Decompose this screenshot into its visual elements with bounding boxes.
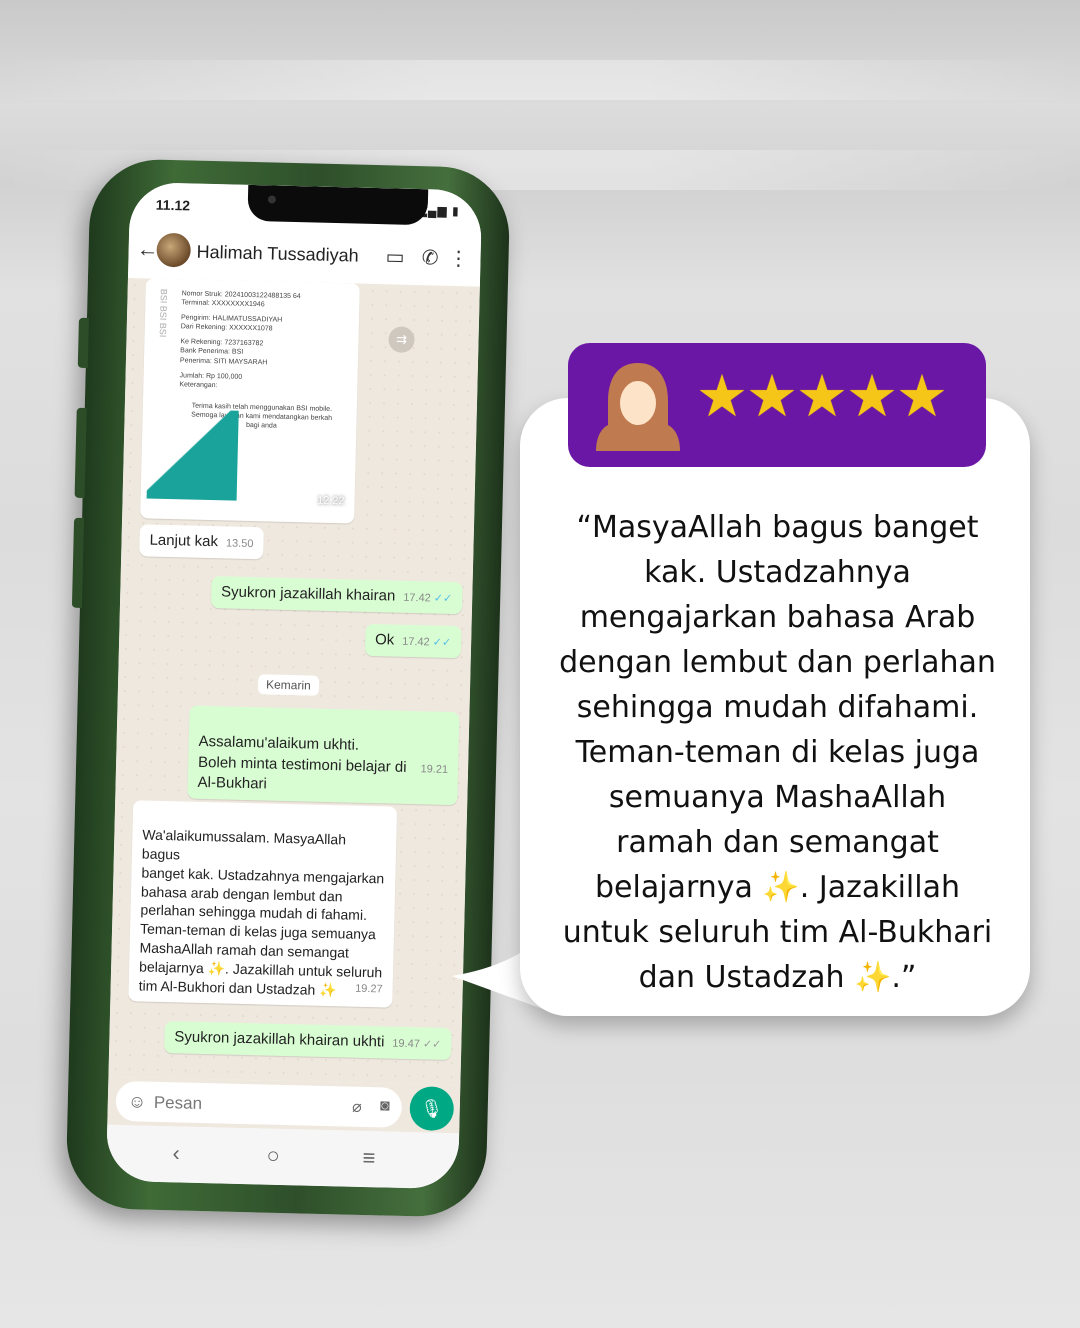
delivered-receipt-icon: ✓✓ <box>422 1038 442 1051</box>
message-text: Assalamu'alaikum ukhti. Boleh minta test… <box>197 733 407 793</box>
message-time: 17.42 <box>403 591 431 605</box>
message-time: 13.50 <box>225 537 254 551</box>
testimonial-quote: “MasyaAllah bagus banget kak. Ustadzahny… <box>559 510 996 995</box>
emoji-icon[interactable]: ☺ <box>128 1091 147 1112</box>
receipt-teal-wave <box>146 408 239 501</box>
message-time: 19.27 <box>354 982 383 996</box>
android-nav-bar: ‹ ○ ≡ <box>105 1124 460 1190</box>
chat-area[interactable]: BSI BSI BSI Nomor Struk: 202410031224881… <box>108 277 482 1086</box>
rating-badge: ★★★★★ <box>568 343 986 467</box>
message-text: Wa'alaikumussalam. MasyaAllah bagus bang… <box>138 826 385 999</box>
message-time: 12.22 <box>316 494 345 508</box>
message-incoming[interactable]: Lanjut kak 13.50 <box>139 524 264 560</box>
status-time: 11.12 <box>155 196 191 214</box>
receipt-image-message[interactable]: BSI BSI BSI Nomor Struk: 202410031224881… <box>140 278 360 524</box>
phone-volume-down <box>71 517 85 608</box>
five-star-rating-icon: ★★★★★ <box>696 362 948 430</box>
read-receipt-icon: ✓✓ <box>432 636 452 649</box>
back-arrow-icon[interactable]: ← <box>136 236 159 263</box>
message-placeholder: Pesan <box>153 1092 203 1114</box>
message-incoming[interactable]: Wa'alaikumussalam. MasyaAllah bagus bang… <box>128 800 398 1008</box>
day-divider: Kemarin <box>257 674 319 696</box>
message-text: Lanjut kak <box>149 531 219 551</box>
message-text: Syukron jazakillah khairan ukhti <box>174 1028 385 1051</box>
contact-name[interactable]: Halimah Tussadiyah <box>196 242 359 267</box>
receipt-brand: BSI BSI BSI <box>157 288 169 338</box>
more-options-icon[interactable]: ⋮ <box>448 246 469 271</box>
message-input[interactable]: ☺ Pesan ⌀ ◙ <box>115 1080 403 1128</box>
phone-notch <box>247 184 429 226</box>
forward-icon[interactable]: ⇉ <box>388 326 415 353</box>
message-time: 19.47 <box>392 1037 421 1051</box>
message-outgoing[interactable]: Syukron jazakillah khairan ukhti 19.47 ✓✓ <box>163 1021 452 1061</box>
message-time: 19.21 <box>420 763 449 776</box>
phone-mockup: 11.12 ▂▄▆ ▂▄▆ ▮ ← Halimah Tussadiyah ▭ ✆… <box>65 158 511 1218</box>
nav-recents-icon[interactable]: ≡ <box>362 1145 375 1171</box>
chat-header: ← Halimah Tussadiyah ▭ ✆ ⋮ <box>127 221 482 287</box>
video-call-icon[interactable]: ▭ <box>385 244 405 269</box>
message-composer: ☺ Pesan ⌀ ◙ 🎙 <box>107 1076 461 1134</box>
message-outgoing[interactable]: Ok 17.42 ✓✓ <box>364 623 462 659</box>
phone-side-button <box>77 317 89 369</box>
hijab-woman-icon <box>596 363 680 451</box>
phone-volume-up <box>74 407 87 498</box>
nav-home-icon[interactable]: ○ <box>266 1143 280 1169</box>
message-text: Ok <box>374 631 395 649</box>
background-streak <box>0 60 1080 100</box>
receipt-paper: BSI BSI BSI Nomor Struk: 202410031224881… <box>146 278 354 514</box>
phone-screen: 11.12 ▂▄▆ ▂▄▆ ▮ ← Halimah Tussadiyah ▭ ✆… <box>105 181 483 1190</box>
message-outgoing[interactable]: Syukron jazakillah khairan 17.42 ✓✓ <box>210 576 463 615</box>
message-outgoing[interactable]: Assalamu'alaikum ukhti. Boleh minta test… <box>187 705 482 806</box>
voice-call-icon[interactable]: ✆ <box>421 245 439 270</box>
camera-icon[interactable]: ◙ <box>380 1097 390 1115</box>
message-text: Syukron jazakillah khairan <box>220 583 396 605</box>
front-camera <box>267 195 277 204</box>
message-time: 17.42 <box>402 635 430 649</box>
read-receipt-icon: ✓✓ <box>479 764 483 777</box>
mic-button[interactable]: 🎙 <box>409 1086 455 1132</box>
nav-back-icon[interactable]: ‹ <box>172 1140 180 1166</box>
read-receipt-icon: ✓✓ <box>433 592 453 605</box>
attach-icon[interactable]: ⌀ <box>352 1097 362 1117</box>
contact-avatar[interactable] <box>156 232 192 268</box>
